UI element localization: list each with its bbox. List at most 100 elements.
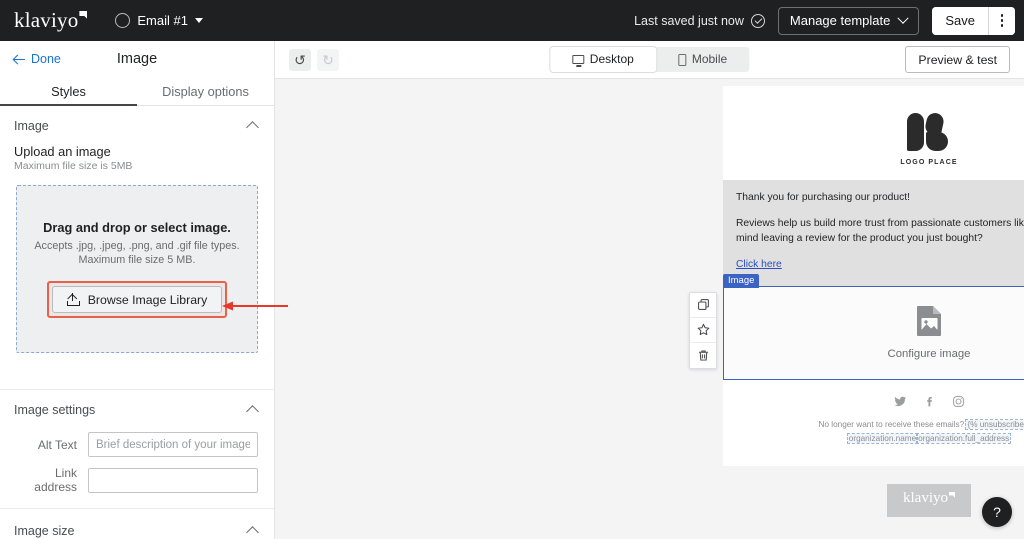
help-button[interactable]: ? [982, 497, 1012, 527]
history-buttons: ↺ ↻ [289, 48, 339, 71]
klaviyo-mark-icon [79, 11, 88, 19]
section-image-settings-header[interactable]: Image settings [0, 390, 274, 428]
section-image-header[interactable]: Image [0, 106, 274, 144]
dropzone-accepts: Accepts .jpg, .jpeg, .png, and .gif file… [34, 240, 240, 253]
unsubscribe-merge-tag[interactable]: {% unsubscribe %} [965, 418, 1024, 430]
image-settings-fields: Alt Text Link address [0, 432, 274, 508]
device-desktop-label: Desktop [589, 52, 634, 66]
leaf-shape [926, 132, 948, 151]
upload-subtitle: Maximum file size is 5MB [14, 160, 133, 173]
alt-text-input[interactable] [88, 432, 258, 458]
editor-body: Done Image Styles Display options Image [0, 41, 1024, 539]
more-vertical-icon [1000, 24, 1004, 28]
organization-name-merge-tag[interactable]: organization.name [846, 432, 919, 444]
top-bar-actions: Last saved just now Manage template Save [634, 6, 1015, 35]
save-button[interactable]: Save [932, 6, 988, 35]
duplicate-icon[interactable] [690, 293, 716, 318]
email-container: LOGO PLACE Thank you for purchasing our … [689, 86, 1024, 517]
save-button-group: Save [932, 6, 1015, 35]
chevron-up-icon[interactable] [246, 526, 259, 539]
more-vertical-icon [1000, 19, 1004, 22]
upload-title: Upload an image [14, 144, 111, 160]
chevron-down-icon [897, 12, 910, 24]
more-options-button[interactable] [988, 6, 1015, 35]
dropzone-maxsize: Maximum file size 5 MB. [78, 254, 196, 267]
unsubscribe-prefix: No longer want to receive these emails? [818, 419, 967, 429]
done-label: Done [31, 52, 61, 67]
section-image-title: Image [14, 119, 49, 134]
device-toggle: Desktop Mobile [549, 47, 750, 72]
panel-tabs: Styles Display options [0, 77, 274, 107]
chevron-up-icon[interactable] [246, 405, 259, 419]
twitter-icon[interactable] [893, 395, 907, 408]
annotation-arrow [222, 301, 288, 311]
configure-image-label: Configure image [887, 348, 971, 361]
email-canvas[interactable]: LOGO PLACE Thank you for purchasing our … [275, 79, 1024, 539]
block-toolbar [689, 291, 717, 369]
leaf-logo-icon [905, 111, 953, 154]
email-name-label: Email #1 [137, 13, 188, 28]
image-block-shell: Image Configure image [689, 273, 1024, 380]
panel-header: Done Image [0, 41, 274, 77]
text-line-1: Thank you for purchasing our product! [736, 192, 911, 203]
device-mobile-label: Mobile [691, 52, 728, 66]
save-status-label: Last saved just now [634, 13, 744, 28]
browse-image-library-button[interactable]: Browse Image Library [51, 286, 223, 314]
link-address-input[interactable] [88, 467, 258, 493]
upload-label-group: Upload an image Maximum file size is 5MB [0, 144, 274, 172]
klaviyo-logo[interactable]: klaviyo [14, 8, 88, 32]
email-social-row[interactable] [723, 380, 1024, 418]
dropzone-title: Drag and drop or select image. [43, 220, 231, 236]
canvas-column: ↺ ↻ Desktop Mobile Preview & test LOGO P… [275, 41, 1024, 539]
more-vertical-icon [1000, 13, 1004, 17]
brand-wordmark: klaviyo [14, 8, 79, 32]
tab-styles[interactable]: Styles [0, 77, 137, 107]
unsubscribe-line: No longer want to receive these emails? … [737, 418, 1024, 432]
manage-template-button[interactable]: Manage template [777, 6, 920, 35]
klaviyo-badge[interactable]: klaviyo [887, 483, 971, 517]
link-address-row: Link address [16, 466, 258, 494]
image-block[interactable]: Configure image [723, 285, 1024, 380]
section-image-size-header[interactable]: Image size [0, 509, 274, 539]
section-image-settings-title: Image settings [14, 403, 96, 418]
email-selector[interactable]: Email #1 [115, 13, 203, 28]
leaf-shape [907, 113, 924, 151]
tab-display-options[interactable]: Display options [137, 77, 274, 105]
trash-icon[interactable] [690, 343, 716, 368]
link-address-label: Link address [34, 466, 77, 495]
section-image-size-title: Image size [14, 524, 75, 539]
arrow-left-icon [14, 54, 25, 65]
email-footer: No longer want to receive these emails? … [723, 418, 1024, 462]
block-type-badge: Image [723, 273, 760, 289]
email-logo-block[interactable]: LOGO PLACE [723, 86, 1024, 180]
phone-icon [677, 53, 686, 66]
device-option-desktop[interactable]: Desktop [549, 47, 656, 72]
email-editor-app: klaviyo Email #1 Last saved just now Man… [0, 0, 1024, 539]
upload-tray [66, 301, 80, 307]
browse-image-library-label: Browse Image Library [87, 292, 208, 307]
star-icon[interactable] [690, 318, 716, 343]
click-here-link[interactable]: Click here [736, 259, 782, 270]
undo-icon[interactable]: ↺ [289, 48, 311, 71]
chevron-up-icon[interactable] [246, 121, 259, 135]
compass-icon [115, 13, 131, 28]
facebook-icon[interactable] [923, 395, 936, 408]
organization-line: organization.name organization.full_addre… [737, 432, 1024, 446]
email-text-block[interactable]: Thank you for purchasing our product! Re… [723, 180, 1024, 286]
klaviyo-badge-word: klaviyo [903, 489, 948, 506]
device-option-mobile[interactable]: Mobile [656, 47, 749, 72]
browse-highlight-annotation: Browse Image Library [46, 281, 228, 319]
instagram-icon[interactable] [952, 395, 965, 408]
alt-text-row: Alt Text [16, 432, 258, 458]
canvas-toolbar: ↺ ↻ Desktop Mobile Preview & test [275, 41, 1024, 79]
done-button[interactable]: Done [14, 52, 61, 66]
klaviyo-mark-icon [949, 491, 955, 498]
chevron-down-icon [194, 18, 203, 23]
image-dropzone[interactable]: Drag and drop or select image. Accepts .… [16, 185, 258, 354]
organization-address-merge-tag[interactable]: organization.full_address [916, 432, 1012, 444]
preview-and-test-button[interactable]: Preview & test [905, 46, 1010, 73]
image-file-icon [916, 305, 943, 337]
top-bar: klaviyo Email #1 Last saved just now Man… [0, 0, 1024, 41]
